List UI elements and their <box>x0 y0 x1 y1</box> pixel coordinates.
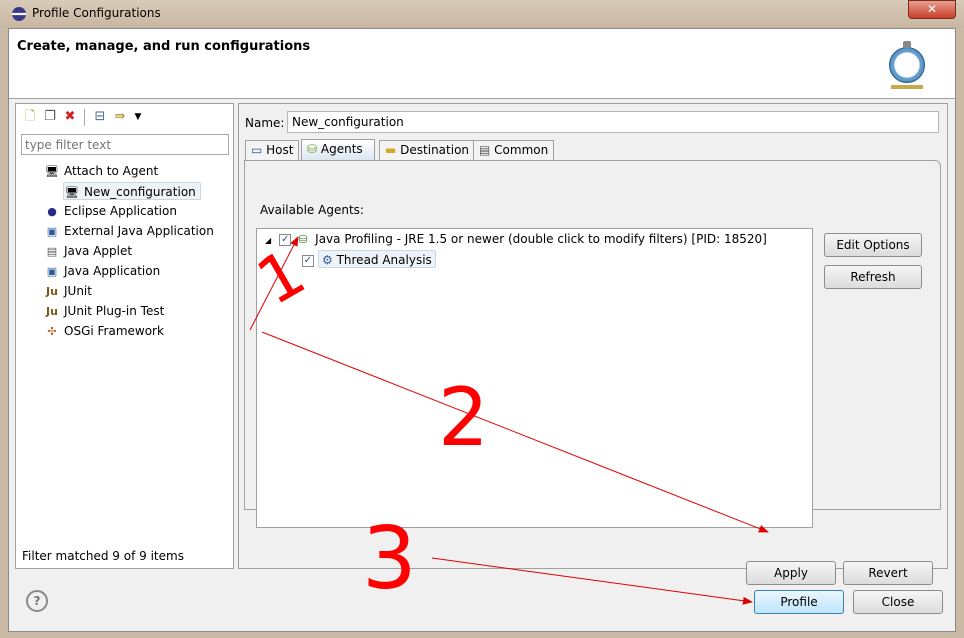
agent-item-thread-analysis[interactable]: ✓ ⚙ Thread Analysis <box>302 250 436 268</box>
dialog-header: Create, manage, and run configurations <box>9 29 955 99</box>
title-bar: Profile Configurations ✕ <box>0 0 964 28</box>
delete-icon[interactable]: ✖ <box>62 109 78 125</box>
refresh-button[interactable]: Refresh <box>824 265 922 289</box>
thread-analysis-label: Thread Analysis <box>336 253 432 267</box>
window-title: Profile Configurations <box>32 6 161 20</box>
help-button[interactable]: ? <box>26 590 48 612</box>
osgi-icon: ✣ <box>47 325 57 338</box>
config-list-panel: 🗋 ❐ ✖ ⊟ ⇛ ▼ 🖥 Attach to Agent 🖥 New_config… <box>15 103 234 569</box>
tree-item-new-configuration[interactable]: 🖥 New_configuration <box>63 182 201 200</box>
tab-agents[interactable]: ⛁ Agents <box>301 139 375 160</box>
tree-item-eclipse-application[interactable]: ● Eclipse Application <box>44 202 177 220</box>
config-editor-panel: Name: ▭ Host ⛁ Agents ▬ Destination ▤ Co… <box>238 103 948 585</box>
host-icon: ▭ <box>251 143 267 157</box>
dialog: Create, manage, and run configurations 🗋… <box>8 28 956 632</box>
agent-icon: ⛁ <box>307 142 321 156</box>
tree-item-label: JUnit <box>64 284 92 298</box>
tab-label: Agents <box>320 142 363 156</box>
stopwatch-icon <box>885 39 929 89</box>
tree-item-osgi-framework[interactable]: ✣ OSGi Framework <box>44 322 164 340</box>
duplicate-icon[interactable]: ❐ <box>42 109 58 125</box>
tree-item-label: OSGi Framework <box>64 324 164 338</box>
toolbar-separator <box>84 109 85 126</box>
dialog-heading: Create, manage, and run configurations <box>17 39 311 54</box>
attach-agent-icon: 🖥 <box>65 186 79 199</box>
tree-item-label: Eclipse Application <box>64 204 177 218</box>
eclipse-icon <box>12 7 26 21</box>
tree-item-label: Java Applet <box>64 244 133 258</box>
chevron-down-icon[interactable]: ▼ <box>130 109 146 125</box>
agent-checkbox[interactable]: ✓ <box>279 233 292 246</box>
agent-label: Java Profiling - JRE 1.5 or newer (doubl… <box>315 232 767 246</box>
tab-destination[interactable]: ▬ Destination <box>379 140 476 160</box>
java-app-icon: ▣ <box>46 265 58 278</box>
name-input[interactable] <box>287 111 939 133</box>
expand-icon[interactable]: ◢ <box>265 236 271 245</box>
apply-button[interactable]: Apply <box>746 561 836 585</box>
tree-item-external-java-application[interactable]: ▣ External Java Application <box>44 222 214 240</box>
tab-host[interactable]: ▭ Host <box>245 140 300 160</box>
agents-tree: ◢ ✓ ⛁ Java Profiling - JRE 1.5 or newer (do… <box>256 228 813 528</box>
filter-status: Filter matched 9 of 9 items <box>22 549 184 563</box>
tree-item-label: New_configuration <box>84 185 196 199</box>
tab-common[interactable]: ▤ Common <box>473 140 555 160</box>
agent-icon: ⛁ <box>298 233 308 246</box>
tree-item-attach-to-agent[interactable]: 🖥 Attach to Agent <box>44 162 158 180</box>
profile-button[interactable]: Profile <box>754 590 844 614</box>
available-agents-label: Available Agents: <box>260 203 364 217</box>
close-button[interactable]: Close <box>853 590 943 614</box>
thread-analysis-icon: ⚙ <box>322 253 337 267</box>
edit-options-button[interactable]: Edit Options <box>824 233 922 257</box>
revert-button[interactable]: Revert <box>843 561 933 585</box>
window-close-button[interactable]: ✕ <box>908 0 956 19</box>
name-label: Name: <box>245 116 285 130</box>
tree-item-java-application[interactable]: ▣ Java Application <box>44 262 160 280</box>
folder-icon: ▬ <box>385 143 401 157</box>
tree-item-junit[interactable]: Ju JUnit <box>44 282 92 300</box>
attach-agent-icon: 🖥 <box>45 165 59 178</box>
filter-input[interactable] <box>21 134 229 155</box>
thread-analysis-checkbox[interactable]: ✓ <box>302 254 314 267</box>
tab-label: Host <box>266 143 294 157</box>
filter-icon[interactable]: ⇛ <box>112 109 128 125</box>
tree-item-label: Attach to Agent <box>64 164 159 178</box>
common-icon: ▤ <box>479 143 495 157</box>
java-app-icon: ▣ <box>46 225 58 238</box>
agent-item-java-profiling[interactable]: ◢ ✓ ⛁ Java Profiling - JRE 1.5 or newer (do… <box>265 230 767 248</box>
junit-icon: Ju <box>46 305 58 318</box>
tree-item-java-applet[interactable]: ▤ Java Applet <box>44 242 132 260</box>
tree-item-label: JUnit Plug-in Test <box>64 304 165 318</box>
tab-label: Common <box>494 143 549 157</box>
new-config-icon[interactable]: 🗋 <box>22 109 38 125</box>
applet-icon: ▤ <box>46 245 58 258</box>
tab-label: Destination <box>400 143 470 157</box>
tree-item-label: Java Application <box>64 264 161 278</box>
tree-item-junit-plugin-test[interactable]: Ju JUnit Plug-in Test <box>44 302 164 320</box>
junit-icon: Ju <box>46 285 58 298</box>
eclipse-icon: ● <box>47 205 57 218</box>
tree-item-label: External Java Application <box>64 224 214 238</box>
collapse-all-icon[interactable]: ⊟ <box>92 109 108 125</box>
